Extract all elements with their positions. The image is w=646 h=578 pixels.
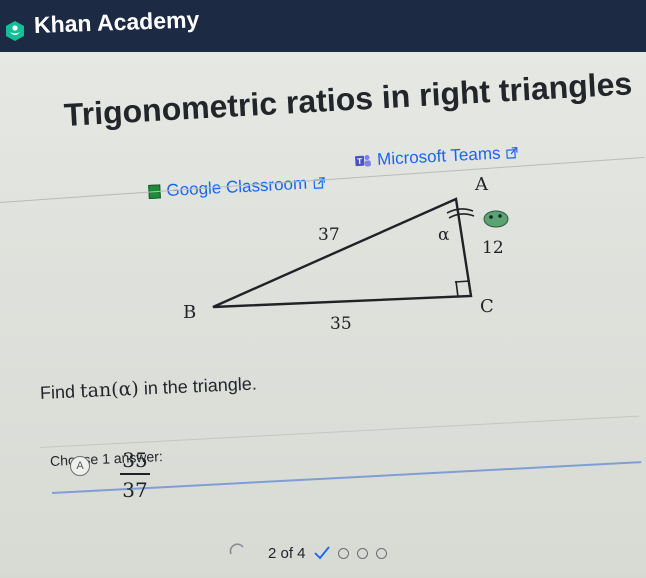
choice-letter-a: A [70, 456, 90, 476]
question-suffix: in the triangle. [143, 373, 258, 399]
question-prefix: Find [39, 381, 76, 403]
question-prompt: Find tan(α) in the triangle. [40, 373, 258, 404]
fraction-numerator: 35 [122, 448, 148, 472]
top-bar: Khan Academy [0, 0, 646, 52]
svg-text:T: T [357, 157, 362, 166]
question-expression: tan(α) [79, 377, 140, 403]
fraction-bar [120, 473, 150, 475]
brand-name[interactable]: Khan Academy [34, 6, 200, 39]
share-links: Google Classroom T Microsoft Teams [147, 141, 549, 202]
progress-indicator: 2 of 4 [228, 538, 488, 568]
google-classroom-link[interactable]: Google Classroom [148, 173, 326, 202]
progress-text: 2 of 4 [268, 544, 306, 562]
answer-choice-a[interactable]: A 35 37 [70, 448, 190, 508]
progress-dot [375, 547, 387, 559]
loading-spinner-icon [229, 543, 244, 555]
progress-dot [337, 547, 349, 559]
microsoft-teams-label: Microsoft Teams [376, 143, 501, 169]
choice-a-fraction: 35 37 [120, 448, 150, 502]
fraction-denominator: 37 [122, 478, 148, 502]
progress-dot [356, 547, 368, 559]
microsoft-teams-icon: T [354, 155, 371, 167]
check-icon [313, 546, 330, 560]
page-title: Trigonometric ratios in right triangles [62, 65, 634, 133]
external-link-icon [506, 147, 519, 159]
khan-academy-logo-icon[interactable] [4, 20, 26, 42]
google-classroom-label: Google Classroom [165, 173, 308, 201]
question-divider [39, 415, 640, 448]
